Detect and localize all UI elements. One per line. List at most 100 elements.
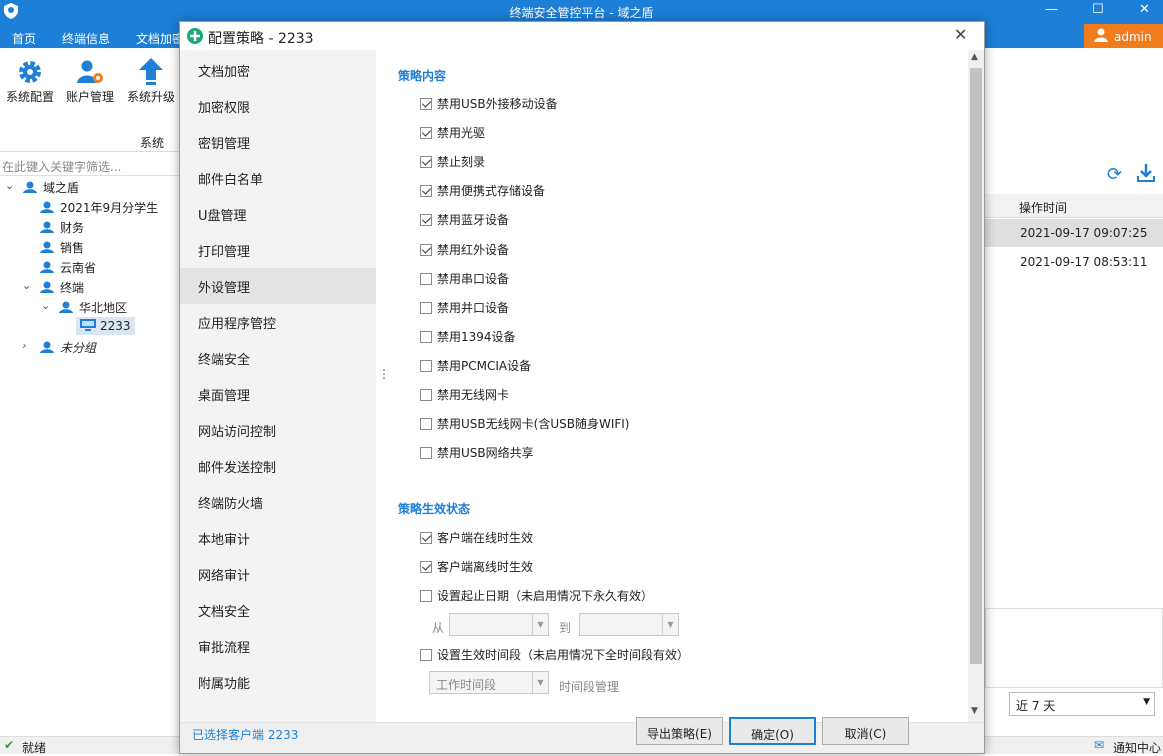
cancel-button[interactable]: 取消(C) <box>822 717 909 745</box>
policy-checkbox[interactable]: 禁用红外设备 <box>420 241 509 258</box>
scroll-down-icon[interactable]: ▼ <box>971 706 978 716</box>
nav-item[interactable]: 审批流程 <box>180 628 376 664</box>
close-icon[interactable]: ✕ <box>954 25 967 44</box>
tree-item[interactable]: 2021年9月分学生 <box>40 199 158 216</box>
nav-item[interactable]: 网站访问控制 <box>180 412 376 448</box>
minimize-icon[interactable]: — <box>1045 2 1058 17</box>
end-date-combo[interactable]: ▼ <box>579 613 679 636</box>
policy-checkbox[interactable]: 禁止刻录 <box>420 153 485 170</box>
policy-checkbox[interactable]: 禁用PCMCIA设备 <box>420 357 531 374</box>
policy-checkbox[interactable]: 禁用并口设备 <box>420 299 509 316</box>
vertical-scrollbar[interactable]: ▲ ▼ <box>968 50 984 722</box>
checkbox-box[interactable] <box>420 98 432 110</box>
chevron-down-icon[interactable]: ⌄ <box>41 299 50 312</box>
nav-item[interactable]: 邮件白名单 <box>180 160 376 196</box>
checkbox-box[interactable] <box>420 127 432 140</box>
tree-item[interactable]: 云南省 <box>40 259 96 276</box>
effect-checkbox[interactable]: 客户端在线时生效 <box>420 529 533 546</box>
checkbox-label: 禁用USB网络共享 <box>437 446 534 461</box>
policy-checkbox[interactable]: 禁用USB网络共享 <box>420 444 534 461</box>
scroll-up-icon[interactable]: ▲ <box>971 52 978 62</box>
checkbox-box[interactable] <box>420 330 432 343</box>
nav-item[interactable]: 文档加密 <box>180 52 376 88</box>
download-icon[interactable] <box>1137 164 1155 185</box>
filter-input[interactable]: 在此键入关键字筛选... <box>0 154 180 176</box>
nav-item[interactable]: 密钥管理 <box>180 124 376 160</box>
tree-item-terminal[interactable]: ⌄ 终端 <box>22 279 84 296</box>
checkbox-box[interactable] <box>420 243 432 256</box>
tree-item[interactable]: 销售 <box>40 239 84 256</box>
checkbox-box[interactable] <box>420 590 432 602</box>
notify-center-link[interactable]: 通知中心 <box>1113 739 1161 756</box>
menu-doc-encrypt[interactable]: 文档加密 <box>136 30 184 47</box>
nav-item[interactable]: 打印管理 <box>180 232 376 268</box>
chevron-down-icon[interactable]: ⌄ <box>22 279 31 292</box>
account-manage-button[interactable]: 账户管理 <box>60 56 120 105</box>
table-row[interactable]: 2021-09-17 08:53:11 <box>985 248 1163 276</box>
nav-item[interactable]: 终端防火墙 <box>180 484 376 520</box>
nav-item[interactable]: 网络审计 <box>180 556 376 592</box>
nav-item[interactable]: 应用程序管控 <box>180 304 376 340</box>
ok-button[interactable]: 确定(O) <box>729 717 816 745</box>
period-checkbox[interactable]: 设置生效时间段（未启用情况下全时间段有效） <box>420 646 689 663</box>
policy-checkbox[interactable]: 禁用串口设备 <box>420 270 509 287</box>
tree-item-client[interactable]: 2233 <box>76 317 135 335</box>
splitter-handle[interactable]: ⋮ <box>378 367 390 381</box>
checkbox-box[interactable] <box>420 359 432 372</box>
menu-terminal-info[interactable]: 终端信息 <box>62 30 110 47</box>
table-row[interactable]: 2021-09-17 09:07:25 <box>985 219 1163 247</box>
chevron-down-icon[interactable]: ⌄ <box>5 179 14 192</box>
export-policy-button[interactable]: 导出策略(E) <box>636 717 723 745</box>
nav-item[interactable]: 邮件发送控制 <box>180 448 376 484</box>
policy-checkbox[interactable]: 禁用光驱 <box>420 124 485 141</box>
nav-item[interactable]: U盘管理 <box>180 196 376 232</box>
chevron-right-icon[interactable]: › <box>22 339 26 352</box>
nav-item[interactable]: 本地审计 <box>180 520 376 556</box>
policy-checkbox[interactable]: 禁用1394设备 <box>420 328 516 345</box>
effect-checkbox[interactable]: 客户端离线时生效 <box>420 558 533 575</box>
checkbox-box[interactable] <box>420 649 432 661</box>
period-combo[interactable]: 工作时间段 ▼ <box>429 671 549 694</box>
nav-item[interactable]: 外设管理 <box>180 268 376 304</box>
refresh-icon[interactable]: ⟳ <box>1107 164 1122 185</box>
system-config-button[interactable]: 系统配置 <box>0 56 60 105</box>
range-select[interactable]: 近 7 天 ▼ <box>1009 692 1155 716</box>
checkbox-box[interactable] <box>420 185 432 198</box>
period-manage-link[interactable]: 时间段管理 <box>559 678 619 695</box>
checkbox-box[interactable] <box>420 272 432 285</box>
policy-checkbox[interactable]: 禁用便携式存储设备 <box>420 182 545 199</box>
checkbox-box[interactable] <box>420 418 432 431</box>
admin-user-button[interactable]: admin <box>1084 24 1163 48</box>
effect-checkbox[interactable]: 设置起止日期（未启用情况下永久有效） <box>420 587 653 604</box>
menu-home[interactable]: 首页 <box>12 30 36 47</box>
policy-checkbox[interactable]: 禁用无线网卡 <box>420 386 509 403</box>
tree-item-ungrouped[interactable]: › 未分组 <box>22 339 96 356</box>
policy-checkbox[interactable]: 禁用USB外接移动设备 <box>420 95 558 112</box>
checkbox-box[interactable] <box>420 389 432 401</box>
start-date-combo[interactable]: ▼ <box>449 613 549 636</box>
policy-checkbox[interactable]: 禁用蓝牙设备 <box>420 211 509 228</box>
nav-item[interactable]: 附属功能 <box>180 664 376 700</box>
system-upgrade-button[interactable]: 系统升级 <box>121 56 181 105</box>
scroll-thumb[interactable] <box>970 68 982 664</box>
checkbox-label: 客户端离线时生效 <box>437 560 534 574</box>
checkbox-box[interactable] <box>420 561 432 573</box>
maximize-icon[interactable]: ☐ <box>1092 2 1104 17</box>
checkbox-box[interactable] <box>420 447 432 460</box>
nav-item[interactable]: 终端安全 <box>180 340 376 376</box>
nav-item[interactable]: 加密权限 <box>180 88 376 124</box>
policy-checkbox[interactable]: 禁用USB无线网卡(含USB随身WIFI) <box>420 415 629 432</box>
checkbox-box[interactable] <box>420 301 432 314</box>
checkbox-box[interactable] <box>420 156 432 169</box>
tree-item-region[interactable]: ⌄ 华北地区 <box>41 299 127 316</box>
nav-item[interactable]: 桌面管理 <box>180 376 376 412</box>
checkbox-box[interactable] <box>420 214 432 227</box>
close-window-icon[interactable]: ✕ <box>1139 2 1150 17</box>
column-header-time[interactable]: 操作时间 <box>985 194 1163 218</box>
checkbox-box[interactable] <box>420 532 432 544</box>
nav-item[interactable]: 文档安全 <box>180 592 376 628</box>
tree-item[interactable]: 财务 <box>40 219 84 236</box>
checkbox-label: 设置生效时间段（未启用情况下全时间段有效） <box>437 648 690 662</box>
tree-root[interactable]: ⌄ 域之盾 <box>5 179 79 196</box>
monitor-icon <box>80 319 96 331</box>
